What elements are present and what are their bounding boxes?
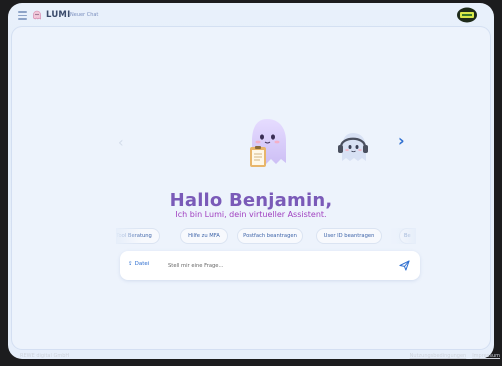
main-panel (12, 27, 490, 349)
upload-icon: ⇪ (128, 261, 133, 267)
chips-fade-left (116, 228, 142, 244)
app-title: LUMI (46, 10, 71, 20)
carousel-prev-icon[interactable]: ‹ (118, 135, 124, 151)
attach-label: Datei (134, 261, 150, 267)
chat-input[interactable] (166, 259, 390, 273)
chips-fade-right (390, 228, 416, 244)
footer-links: Nutzungsbedingungen Impressum (404, 353, 500, 359)
ghost-mascot-clipboard-icon (250, 119, 286, 167)
app-window: LUMI Neuer Chat ‹ › Hallo Benjamin, Ich … (8, 3, 494, 359)
suggestion-chip[interactable]: User ID beantragen (316, 228, 382, 244)
company-name: REWE digital GmbH (20, 353, 70, 359)
suggestion-chip[interactable]: Hilfe zu MFA (180, 228, 228, 244)
lumi-logo-icon (33, 10, 41, 20)
suggestion-chip[interactable]: Postfach beantragen (237, 228, 303, 244)
menu-icon[interactable] (18, 11, 27, 20)
assistant-subtitle: Ich bin Lumi, dein virtueller Assistent. (175, 210, 327, 219)
chat-composer: ⇪ Datei (120, 251, 420, 280)
attach-file-button[interactable]: ⇪ Datei (128, 261, 149, 267)
suggestion-chips: Tool Beratung Hilfe zu MFA Postfach bean… (116, 228, 416, 244)
terms-link[interactable]: Nutzungsbedingungen (410, 353, 467, 359)
top-bar: LUMI Neuer Chat (8, 3, 494, 27)
user-avatar[interactable] (456, 7, 478, 23)
send-icon[interactable] (399, 260, 410, 271)
carousel-next-icon[interactable]: › (398, 131, 405, 150)
imprint-link[interactable]: Impressum (472, 353, 500, 359)
greeting-heading: Hallo Benjamin, (169, 190, 333, 211)
new-chat-link[interactable]: Neuer Chat (70, 12, 98, 18)
ghost-mascot-headset-icon (338, 133, 368, 161)
